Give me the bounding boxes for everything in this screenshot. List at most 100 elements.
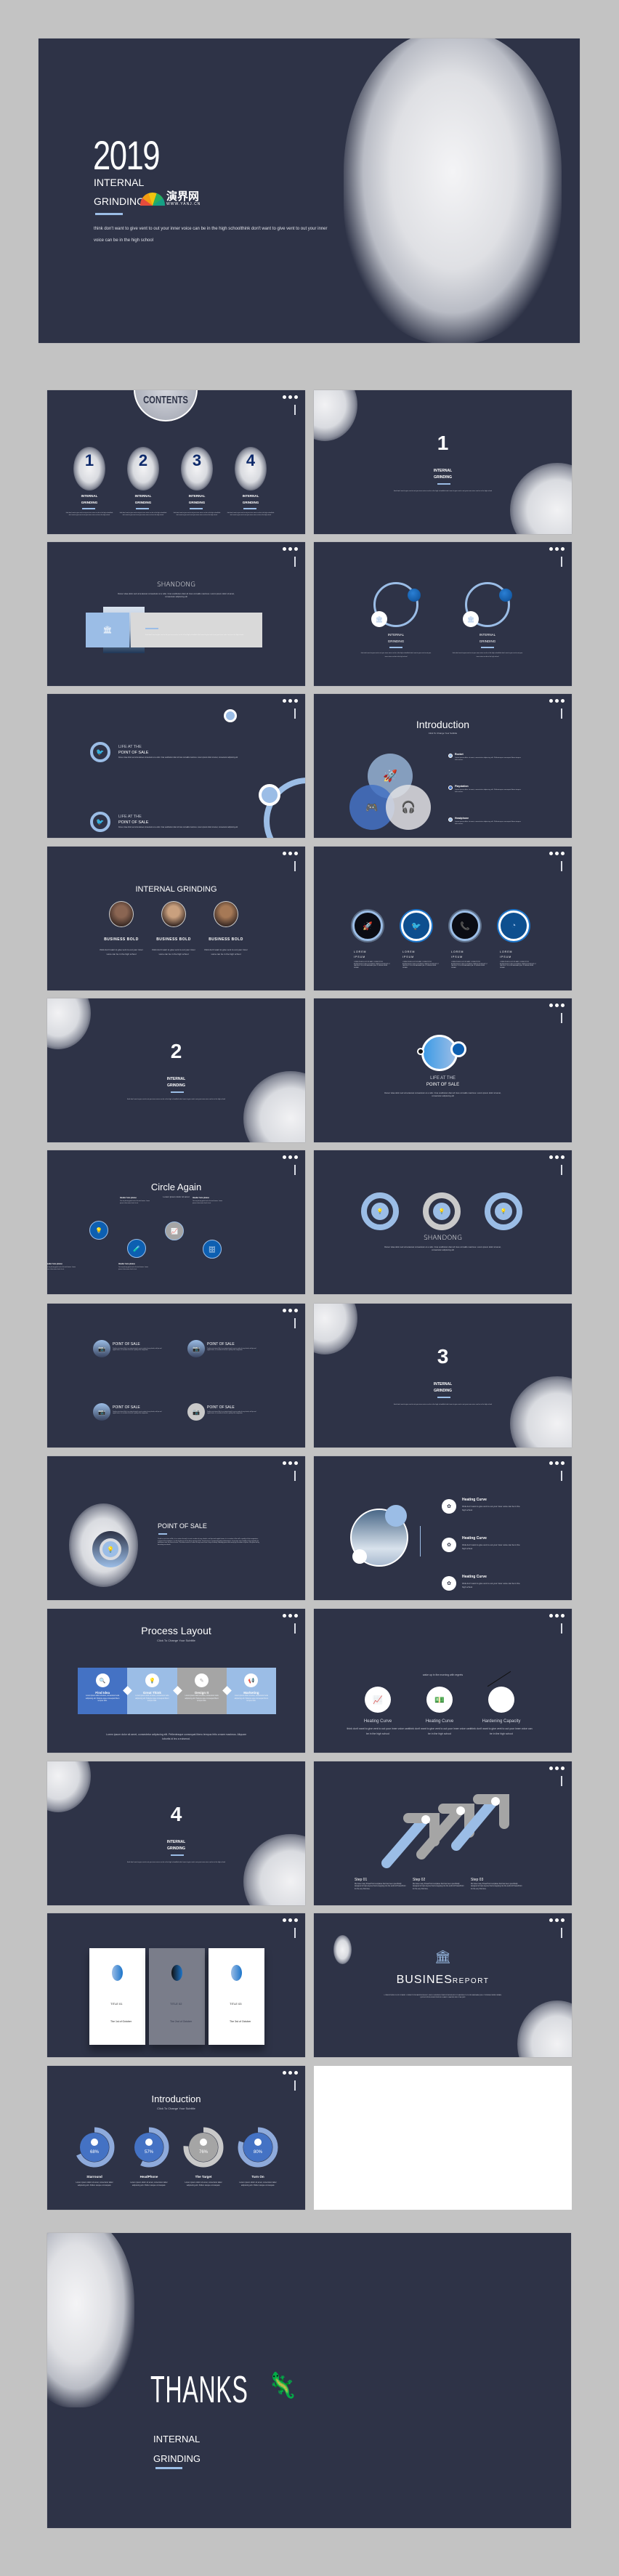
introduction-venn-slide[interactable]: Introduction Click To Change Your Subtit… [314, 694, 572, 838]
step-icon-badge: 🔍 [95, 1673, 110, 1687]
menu-dots-icon[interactable] [549, 1461, 565, 1465]
slide-body: Donec vitae dolor sed urna laoreet conse… [384, 1246, 501, 1251]
lightbulb-icon: 💡 [500, 1209, 507, 1214]
member-text: think don't want to give vent to out you… [204, 948, 248, 956]
section-4-slide[interactable]: 4 INTERNAL GRINDING think don't want to … [47, 1761, 305, 1905]
menu-dots-icon[interactable] [549, 1004, 565, 1007]
thanks-slide[interactable]: THANKS 🦎 INTERNAL GRINDING [47, 2233, 571, 2528]
blank-slide[interactable] [314, 2066, 572, 2210]
contents-number: 4 [246, 451, 256, 469]
circles-slide[interactable]: 🏛 INTERNAL GRINDING think don't want to giv… [314, 542, 572, 686]
icon-ring[interactable]: 🐦 [401, 911, 432, 941]
heating-curve-slide[interactable]: ✿ Heating Curve think don't want to give v… [314, 1456, 572, 1600]
chart-icon: 📈 [171, 1227, 178, 1235]
section-3-slide[interactable]: 3 INTERNAL GRINDING think don't want to … [314, 1304, 572, 1448]
flask-icon: 🧪 [133, 1245, 140, 1252]
section-1-slide[interactable]: 1 INTERNAL GRINDING think don't want to … [314, 390, 572, 534]
accent-line [481, 647, 494, 648]
process-step[interactable]: 🔍 Find Idea Lorem ipsum dolor sit amet, co… [78, 1668, 133, 1714]
divider-bar [561, 1165, 562, 1175]
bank-icon-badge: 🏛 [463, 611, 479, 627]
process-step[interactable]: 💡 Great Think Lorem ipsum dolor sit amet, … [127, 1668, 182, 1714]
section-number: 1 [437, 432, 449, 454]
section-body: think don't want to give vent to out you… [393, 1404, 493, 1405]
radio-bullet[interactable] [448, 786, 453, 790]
menu-dots-icon[interactable] [549, 1155, 565, 1159]
stat-inner-disc [243, 2133, 272, 2162]
contents-line1: INTERNAL [134, 494, 152, 498]
menu-dots-icon[interactable] [549, 1614, 565, 1618]
menu-dots-icon[interactable] [283, 699, 298, 703]
lorem-icons-slide[interactable]: 🚀 LOREM IPSUM LOREM IPSUM DOLOR SIT AMET, C… [314, 847, 572, 990]
icon-ring[interactable]: 🚀 [352, 911, 383, 941]
life-at-single-slide[interactable]: LIFE AT THE POINT OF SALE Donec vitae do… [314, 998, 572, 1142]
menu-dots-icon[interactable] [283, 1461, 298, 1465]
title-card[interactable]: TITLE 01 The 1st of October [89, 1948, 145, 2045]
icon-ring[interactable]: 📞 [450, 911, 480, 941]
pos-text: Youth is not a time of life; it is a sta… [207, 1411, 256, 1415]
instagram-badge: 📷 [93, 1340, 110, 1357]
divider-bar [294, 1471, 296, 1481]
wake-up-slide[interactable]: wake up in the morning with regrets 📈 Hea… [314, 1609, 572, 1753]
pos-single-slide[interactable]: 💡 POINT OF SALE Youth is not a time of l… [47, 1456, 305, 1600]
lorem-line2: IPSUM [451, 956, 464, 958]
radio-bullet[interactable] [448, 817, 453, 822]
lorem-text: LOREM IPSUM DOLOR SIT AMET, CONSECTETUR … [354, 961, 390, 969]
team-slide[interactable]: INTERNAL GRINDING BUSINESS BOLD think don… [47, 847, 305, 990]
life-at-label: LIFE AT THE [118, 815, 142, 819]
icon-ring[interactable]: ◔ [498, 911, 529, 941]
logo-url: WWW.YANJ.CN [166, 202, 201, 206]
shandong-rings-slide[interactable]: SHANDONG Donec vitae dolor sed urna laor… [314, 1150, 572, 1294]
steps-arrows-slide[interactable]: Step 01 We have many PowerPoint templates… [314, 1761, 572, 1905]
header-label: Header here please [193, 1197, 209, 1199]
slide-subtitle: Lorem ipsum dolor sit amet [163, 1195, 190, 1198]
menu-dots-icon[interactable] [549, 852, 565, 855]
header-label: Header here please [120, 1197, 137, 1199]
menu-dots-icon[interactable] [283, 547, 298, 551]
stats-introduction-slide[interactable]: Introduction Click To Change Your Subtit… [47, 2066, 305, 2210]
step-circle: 🧪 [127, 1239, 146, 1258]
title-cards-slide[interactable]: TITLE 01 The 1st of October TITLE 02 The 2n… [47, 1913, 305, 2057]
drop-icon [231, 1965, 242, 1981]
section-line2: GRINDING [434, 1389, 452, 1393]
instagram-badge: 📷 [93, 1403, 110, 1421]
radio-bullet[interactable] [448, 754, 453, 758]
life-at-slide[interactable]: 🐦 LIFE AT THE POINT OF SALE Donec vitae dol… [47, 694, 305, 838]
circle-again-slide[interactable]: Circle Again Lorem ipsum dolor sit amet … [47, 1150, 305, 1294]
section-2-slide[interactable]: 2 INTERNAL GRINDING think don't want to … [47, 998, 305, 1142]
title-card[interactable]: TITLE 02 The 2nd of October [149, 1948, 205, 2045]
process-step[interactable]: 📢 Marketing Lorem ipsum dolor sit amet, co… [226, 1668, 276, 1714]
process-step[interactable]: ✎ Design It Lorem ipsum dolor sit amet, co… [177, 1668, 232, 1714]
lightbulb-icon: 💡 [376, 1209, 384, 1214]
plant-icon-badge: ✿ [442, 1538, 456, 1552]
step-title: Find Idea [95, 1691, 110, 1695]
twitter-icon: 🐦 [411, 921, 421, 931]
member-name: BUSINESS BOLD [209, 937, 243, 942]
menu-dots-icon[interactable] [549, 547, 565, 551]
accent-line [437, 1397, 450, 1398]
menu-dots-icon[interactable] [549, 1767, 565, 1770]
stat-percent: 80% [254, 2150, 263, 2155]
process-layout-slide[interactable]: Process Layout Click To Change Your Subt… [47, 1609, 305, 1753]
menu-dots-icon[interactable] [283, 1918, 298, 1922]
menu-dots-icon[interactable] [283, 1155, 298, 1159]
wake-title: Hardening Capacity [482, 1719, 521, 1724]
contents-slide[interactable]: CONTENTS 1 INTERNAL GRINDING think don't wa… [47, 390, 305, 534]
menu-dots-icon[interactable] [283, 395, 298, 399]
pos-grid-slide[interactable]: 📷 POINT OF SALE Youth is not a time of lif… [47, 1304, 305, 1448]
shandong-slide[interactable]: SHANDONG Donec vitae dolor sed urna laor… [47, 542, 305, 686]
menu-dots-icon[interactable] [283, 1309, 298, 1312]
rocket-icon: 🚀 [383, 770, 397, 783]
divider-bar [561, 861, 562, 871]
instagram-badge: 📷 [187, 1340, 205, 1357]
accent-line [155, 2467, 182, 2469]
accent-line [190, 508, 203, 509]
wake-title: Heating Curve [425, 1719, 454, 1724]
business-report-slide[interactable]: 🏛 BUSINESREPORT LOREM IPSUM DOLOR SIT AM… [314, 1913, 572, 2057]
cover-slide[interactable]: 2019 INTERNAL GRINDING 演界网 WWW.YANJ.CN t… [39, 39, 580, 343]
menu-dots-icon[interactable] [283, 1614, 298, 1618]
menu-dots-icon[interactable] [283, 852, 298, 855]
menu-dots-icon[interactable] [549, 699, 565, 703]
menu-dots-icon[interactable] [549, 1918, 565, 1922]
title-card[interactable]: TITLE 03 The 3rd of October [209, 1948, 264, 2045]
